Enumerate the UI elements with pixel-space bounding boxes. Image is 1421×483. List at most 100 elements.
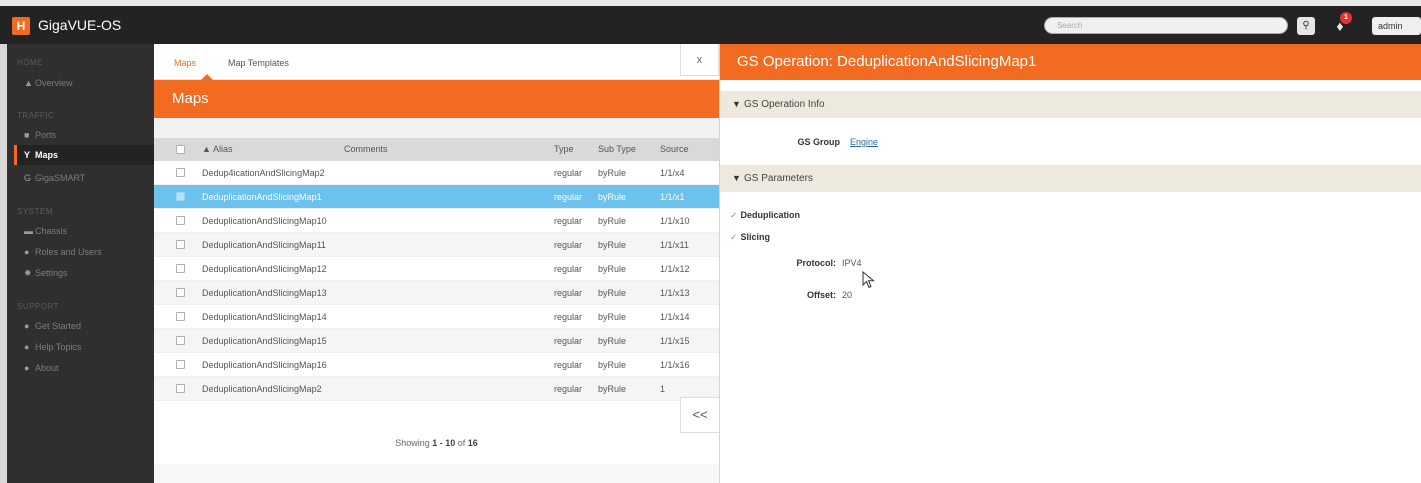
column-header-subtype[interactable]: Sub Type <box>598 138 636 161</box>
sidebar-item-label: Settings <box>35 268 68 278</box>
gs-parameters-section[interactable]: ▼ GS Parameters <box>720 165 1421 192</box>
tab-maps[interactable]: Maps <box>174 58 196 68</box>
table-row[interactable]: DeduplicationAndSlicingMap2 regular byRule… <box>154 377 719 401</box>
tab-bar: Maps Map Templates x <box>154 44 719 80</box>
cell-subtype: byRule <box>598 336 627 346</box>
sidebar-item-ports[interactable]: ■ Ports <box>14 125 154 145</box>
table-row[interactable]: DeduplicationAndSlicingMap16 regular byRul… <box>154 353 719 377</box>
info-icon: ● <box>24 363 30 373</box>
cell-alias: DeduplicationAndSlicingMap15 <box>202 336 327 346</box>
ports-icon: ■ <box>24 130 30 140</box>
cell-type: regular <box>554 216 583 226</box>
sidebar-item-settings[interactable]: ✸ Settings <box>14 263 154 283</box>
page-title: Maps <box>154 80 719 118</box>
sidebar-item-overview[interactable]: ▲ Overview <box>14 73 154 93</box>
column-header-alias[interactable]: ▲ Alias <box>202 138 232 161</box>
cell-type: regular <box>554 384 583 394</box>
cell-source: 1/1/x12 <box>660 264 690 274</box>
sidebar-section-support: SUPPORT <box>17 302 60 311</box>
cell-alias: Dedup4icationAndSlicingMap2 <box>202 168 325 178</box>
cell-source: 1/1/x10 <box>660 216 690 226</box>
row-checkbox[interactable] <box>176 288 185 297</box>
protocol-value: IPV4 <box>842 258 862 268</box>
sidebar-item-label: Help Topics <box>35 342 82 352</box>
gs-operation-info-section[interactable]: ▼ GS Operation Info <box>720 91 1421 118</box>
detail-title: GS Operation: DeduplicationAndSlicingMap… <box>720 44 1421 80</box>
table-row[interactable]: DeduplicationAndSlicingMap12 regular byRul… <box>154 257 719 281</box>
sidebar-item-about[interactable]: ● About <box>14 358 154 378</box>
row-checkbox[interactable] <box>176 168 185 177</box>
column-header-source[interactable]: Source <box>660 138 689 161</box>
cell-type: regular <box>554 168 583 178</box>
gigamon-logo-icon[interactable]: H <box>12 17 30 35</box>
table-row[interactable]: DeduplicationAndSlicingMap11 regular byRul… <box>154 233 719 257</box>
cell-subtype: byRule <box>598 192 627 202</box>
help-icon: ● <box>24 342 30 352</box>
top-bar: H GigaVUE-OS Search ⚲ ♦ 1 admin <box>0 0 1421 44</box>
cell-subtype: byRule <box>598 384 627 394</box>
row-checkbox[interactable] <box>176 360 185 369</box>
cell-type: regular <box>554 336 583 346</box>
cell-subtype: byRule <box>598 360 627 370</box>
sidebar-item-label: Overview <box>35 78 73 88</box>
sidebar-item-label: About <box>35 363 59 373</box>
user-menu-button[interactable]: admin <box>1372 17 1421 35</box>
close-button[interactable]: x <box>680 44 719 76</box>
select-all-checkbox[interactable] <box>176 145 185 154</box>
cell-source: 1/1/x14 <box>660 312 690 322</box>
search-input[interactable]: Search <box>1044 17 1288 34</box>
gs-group-label: GS Group <box>797 137 841 147</box>
column-header-type[interactable]: Type <box>554 138 574 161</box>
table-row[interactable]: DeduplicationAndSlicingMap10 regular byRul… <box>154 209 719 233</box>
cell-alias: DeduplicationAndSlicingMap2 <box>202 384 322 394</box>
table-header: ▲ Alias Comments Type Sub Type Source <box>154 138 719 161</box>
sidebar-item-chassis[interactable]: ▬ Chassis <box>14 221 154 241</box>
sidebar-item-get-started[interactable]: ● Get Started <box>14 316 154 336</box>
cell-type: regular <box>554 288 583 298</box>
tab-map-templates[interactable]: Map Templates <box>228 58 289 68</box>
sidebar-item-roles-and-users[interactable]: ● Roles and Users <box>14 242 154 262</box>
row-checkbox[interactable] <box>176 216 185 225</box>
chevron-down-icon: ▼ <box>732 173 741 183</box>
cell-type: regular <box>554 264 583 274</box>
toolbar-band <box>154 118 719 138</box>
row-checkbox[interactable] <box>176 264 185 273</box>
gs-group-link[interactable]: Engine <box>850 137 878 147</box>
cell-source: 1 <box>660 384 666 394</box>
param-deduplication: ✓ Deduplication <box>730 210 801 220</box>
sidebar-section-traffic: TRAFFIC <box>17 111 55 120</box>
cell-source: 1/1/x1 <box>660 192 685 202</box>
row-checkbox[interactable] <box>176 192 185 201</box>
sidebar-item-help-topics[interactable]: ● Help Topics <box>14 337 154 357</box>
sidebar: HOME ▲ Overview TRAFFIC ■ Ports Y Maps G Gig… <box>0 44 154 483</box>
table-row[interactable]: DeduplicationAndSlicingMap14 regular byRul… <box>154 305 719 329</box>
table-row[interactable]: DeduplicationAndSlicingMap13 regular byRul… <box>154 281 719 305</box>
sidebar-section-home: HOME <box>17 58 43 67</box>
checkmark-icon: ✓ <box>730 210 738 220</box>
cell-subtype: byRule <box>598 168 627 178</box>
home-icon: ▲ <box>24 78 33 88</box>
sidebar-item-gigasmart[interactable]: G GigaSMART <box>14 168 154 188</box>
row-checkbox[interactable] <box>176 240 185 249</box>
search-icon[interactable]: ⚲ <box>1297 17 1315 35</box>
list-footer <box>154 464 719 483</box>
cell-subtype: byRule <box>598 240 627 250</box>
column-header-comments[interactable]: Comments <box>344 138 388 161</box>
sidebar-section-system: SYSTEM <box>17 207 53 216</box>
row-checkbox[interactable] <box>176 384 185 393</box>
table-row[interactable]: DeduplicationAndSlicingMap1 regular byRule… <box>154 185 719 209</box>
table-row[interactable]: DeduplicationAndSlicingMap15 regular byRul… <box>154 329 719 353</box>
cell-source: 1/1/x13 <box>660 288 690 298</box>
row-checkbox[interactable] <box>176 336 185 345</box>
cell-subtype: byRule <box>598 312 627 322</box>
offset-value: 20 <box>842 290 853 300</box>
cell-type: regular <box>554 240 583 250</box>
sidebar-item-maps[interactable]: Y Maps <box>14 145 154 165</box>
table-row[interactable]: Dedup4icationAndSlicingMap2 regular byRule… <box>154 161 719 185</box>
cell-alias: DeduplicationAndSlicingMap16 <box>202 360 327 370</box>
collapse-panel-button[interactable]: << <box>680 397 719 433</box>
row-checkbox[interactable] <box>176 312 185 321</box>
cell-alias: DeduplicationAndSlicingMap1 <box>202 192 322 202</box>
cell-alias: DeduplicationAndSlicingMap12 <box>202 264 327 274</box>
cell-alias: DeduplicationAndSlicingMap11 <box>202 240 326 250</box>
